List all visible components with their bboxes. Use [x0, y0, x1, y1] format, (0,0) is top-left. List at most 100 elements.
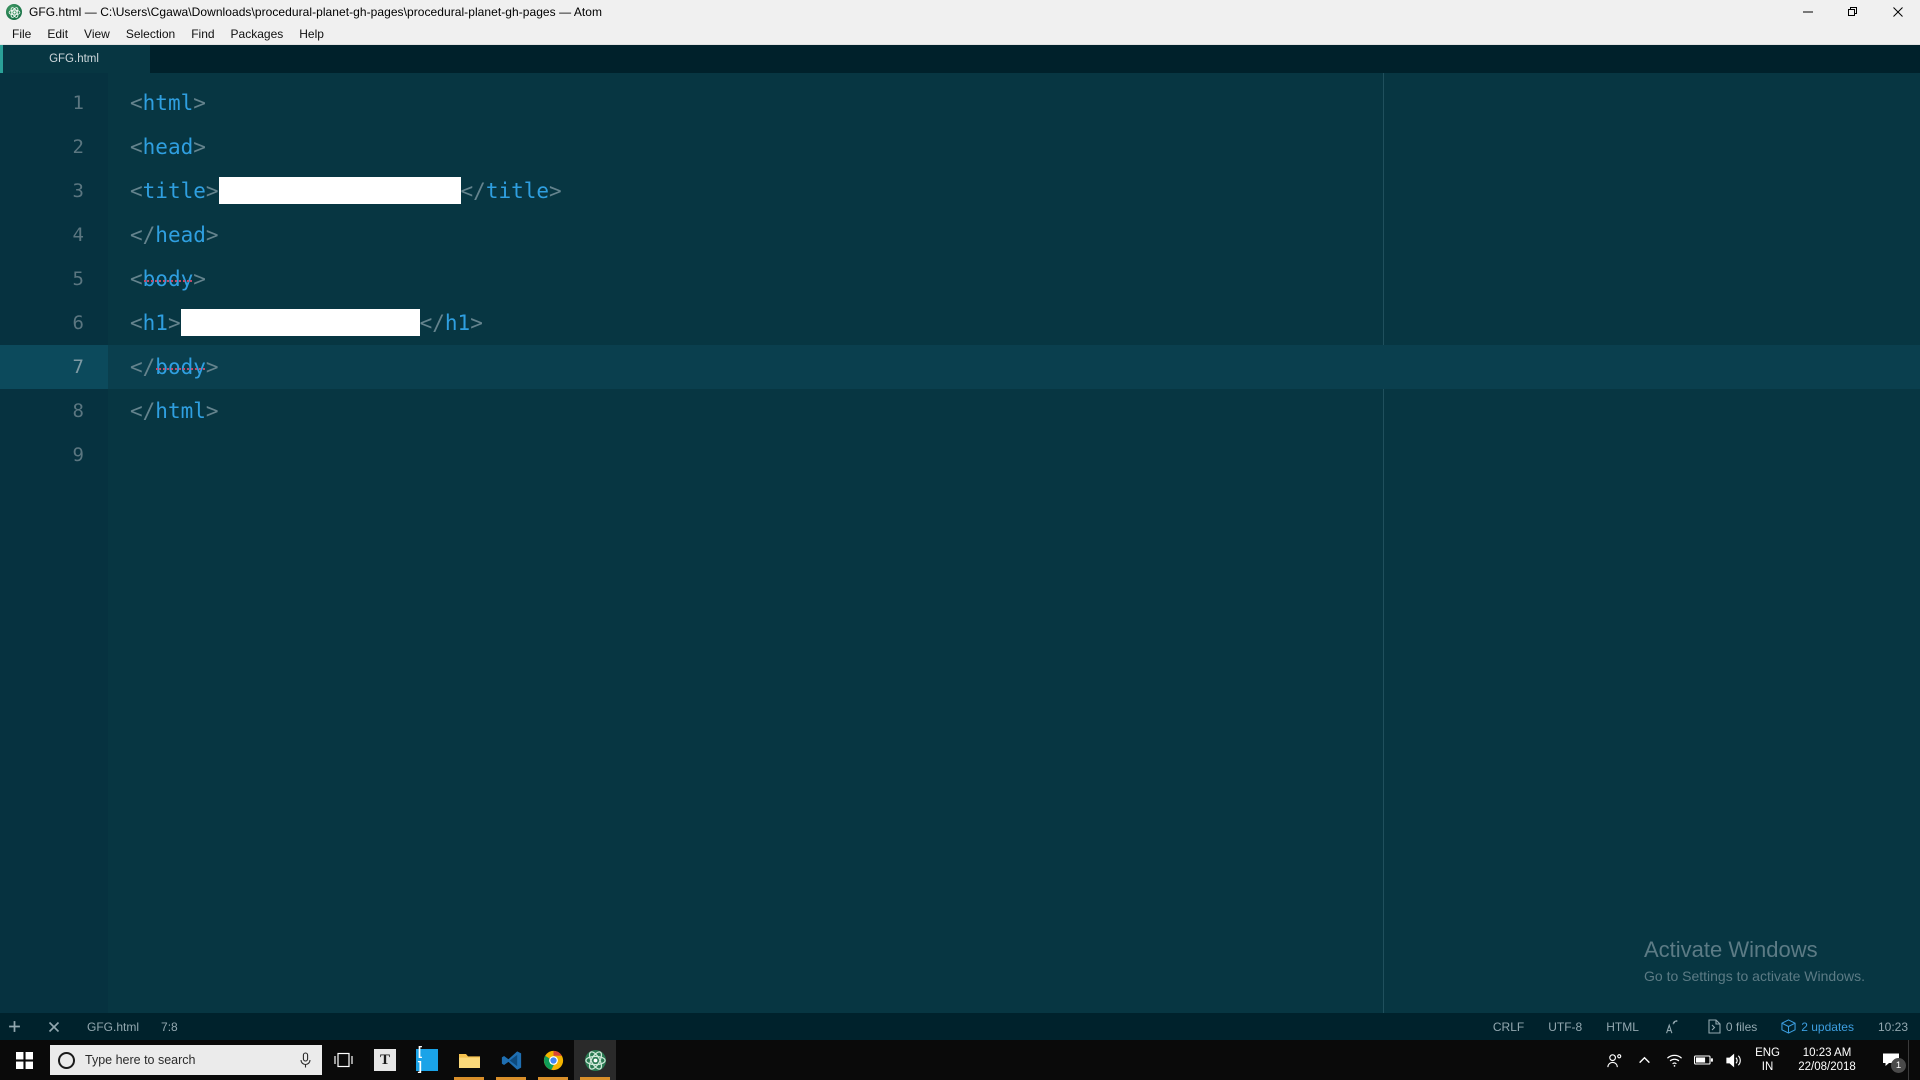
- status-spellcheck[interactable]: [1663, 1019, 1684, 1035]
- taskbar-app-chrome[interactable]: [532, 1040, 574, 1080]
- teams-icon: T: [374, 1049, 396, 1071]
- restore-button[interactable]: [1830, 0, 1875, 24]
- menu-selection[interactable]: Selection: [118, 25, 183, 44]
- code-line-2[interactable]: <head>: [108, 125, 1920, 169]
- code-punctuation: <: [130, 179, 143, 203]
- code-line-7[interactable]: </body>: [108, 345, 1920, 389]
- taskbar-app-brackets[interactable]: [ ]: [406, 1040, 448, 1080]
- line-number: 8: [72, 400, 84, 422]
- code-line-3[interactable]: <title> </title>: [108, 169, 1920, 213]
- code-line-8[interactable]: </html>: [108, 389, 1920, 433]
- menu-find[interactable]: Find: [183, 25, 222, 44]
- code-punctuation: >: [193, 91, 206, 115]
- task-view-button[interactable]: [322, 1040, 364, 1080]
- status-open-files-label: 0 files: [1725, 1019, 1758, 1034]
- window-title: GFG.html — C:\Users\Cgawa\Downloads\proc…: [29, 5, 603, 19]
- line-number: 2: [72, 136, 84, 158]
- code-punctuation: </: [419, 311, 445, 335]
- line-number: 4: [72, 224, 84, 246]
- code-punctuation: >: [549, 179, 562, 203]
- menu-edit[interactable]: Edit: [39, 25, 76, 44]
- close-button[interactable]: [1875, 0, 1920, 24]
- status-updates[interactable]: 2 updates: [1781, 1019, 1854, 1034]
- code-lines[interactable]: <html> <head> <title> </title> </head> <body>…: [108, 73, 1920, 1013]
- start-button[interactable]: [0, 1040, 48, 1080]
- code-tag-name: body: [155, 355, 206, 379]
- clock[interactable]: 10:23 AM 22/08/2018: [1788, 1046, 1866, 1074]
- taskbar-app-file-explorer[interactable]: [448, 1040, 490, 1080]
- language-bottom: IN: [1761, 1061, 1774, 1073]
- status-open-files[interactable]: 0 files: [1708, 1019, 1757, 1034]
- menu-file[interactable]: File: [4, 25, 39, 44]
- menu-view[interactable]: View: [76, 25, 118, 44]
- people-icon[interactable]: [1599, 1040, 1629, 1080]
- line-number: 1: [72, 92, 84, 114]
- code-line-4[interactable]: </head>: [108, 213, 1920, 257]
- code-tag-name: h1: [444, 311, 471, 335]
- code-line-6[interactable]: <h1> </h1>: [108, 301, 1920, 345]
- notification-button[interactable]: 1: [1874, 1040, 1908, 1080]
- minimize-button[interactable]: [1785, 0, 1830, 24]
- menu-help[interactable]: Help: [291, 25, 332, 44]
- menu-packages[interactable]: Packages: [223, 25, 292, 44]
- microphone-icon[interactable]: [299, 1051, 312, 1069]
- atom-icon: [6, 4, 22, 20]
- workspace: GFG.html 1 2 3 4 5 6 7 8 9 <html> <head> <…: [0, 45, 1920, 1040]
- code-punctuation: >: [205, 179, 219, 203]
- search-placeholder: Type here to search: [85, 1053, 196, 1067]
- search-box[interactable]: Type here to search: [50, 1045, 322, 1075]
- tab-bar-spacer: [150, 45, 1920, 73]
- code-tag-name: html: [155, 399, 206, 423]
- status-encoding[interactable]: UTF-8: [1548, 1020, 1582, 1034]
- package-icon: [1781, 1019, 1796, 1034]
- redacted-text-block: [218, 177, 461, 204]
- code-editor[interactable]: 1 2 3 4 5 6 7 8 9 <html> <head> <title> </t…: [0, 73, 1920, 1013]
- status-cursor-position[interactable]: 7:8: [161, 1020, 178, 1034]
- status-file-name[interactable]: GFG.html: [87, 1020, 139, 1034]
- atom-icon: [584, 1049, 606, 1071]
- code-line-9[interactable]: [108, 433, 1920, 477]
- status-line-ending[interactable]: CRLF: [1493, 1020, 1524, 1034]
- code-line-5[interactable]: <body>: [108, 257, 1920, 301]
- windows-taskbar: Type here to search T [] ENG IN 10:23 A…: [0, 1040, 1920, 1080]
- tab-gfg-html[interactable]: GFG.html: [0, 45, 150, 73]
- code-tag-name: head: [142, 135, 194, 159]
- chevron-up-icon[interactable]: [1629, 1040, 1659, 1080]
- taskbar-app-vscode[interactable]: [490, 1040, 532, 1080]
- tab-label: GFG.html: [49, 53, 99, 65]
- language-indicator[interactable]: ENG IN: [1755, 1046, 1780, 1074]
- status-time[interactable]: 10:23: [1878, 1020, 1908, 1034]
- show-desktop-button[interactable]: [1908, 1040, 1916, 1080]
- line-number: 6: [72, 312, 84, 334]
- cortana-circle-icon: [58, 1051, 75, 1069]
- status-grammar[interactable]: HTML: [1606, 1020, 1639, 1034]
- code-punctuation: </: [130, 223, 156, 247]
- code-line-1[interactable]: <html>: [108, 81, 1920, 125]
- windows-start-icon: [15, 1051, 33, 1069]
- battery-icon[interactable]: [1689, 1040, 1719, 1080]
- close-pane-button[interactable]: [48, 1021, 65, 1033]
- volume-icon[interactable]: [1719, 1040, 1749, 1080]
- add-pane-button[interactable]: [8, 1020, 26, 1033]
- status-bar: GFG.html 7:8 CRLF UTF-8 HTML 0 files 2 u…: [0, 1013, 1920, 1040]
- code-punctuation: >: [470, 311, 483, 335]
- spell-check-icon: [1663, 1019, 1679, 1035]
- task-view-icon: [333, 1052, 353, 1067]
- code-tag-name: head: [155, 223, 206, 247]
- code-punctuation: >: [205, 399, 219, 423]
- file-icon: [1708, 1019, 1721, 1034]
- status-bar-left: GFG.html 7:8: [8, 1020, 200, 1034]
- code-punctuation: >: [193, 267, 206, 291]
- code-punctuation: >: [205, 223, 219, 247]
- code-punctuation: >: [193, 135, 206, 159]
- status-updates-label: 2 updates: [1801, 1019, 1854, 1034]
- wifi-icon[interactable]: [1659, 1040, 1689, 1080]
- taskbar-app-atom[interactable]: [574, 1040, 616, 1080]
- code-punctuation: </: [130, 355, 156, 379]
- taskbar-app-teams[interactable]: T: [364, 1040, 406, 1080]
- clock-time: 10:23 AM: [1802, 1047, 1852, 1059]
- redacted-text-block: [180, 309, 420, 336]
- language-top: ENG: [1755, 1047, 1780, 1059]
- code-punctuation: <: [130, 91, 143, 115]
- atom-window: GFG.html — C:\Users\Cgawa\Downloads\proc…: [0, 0, 1920, 1080]
